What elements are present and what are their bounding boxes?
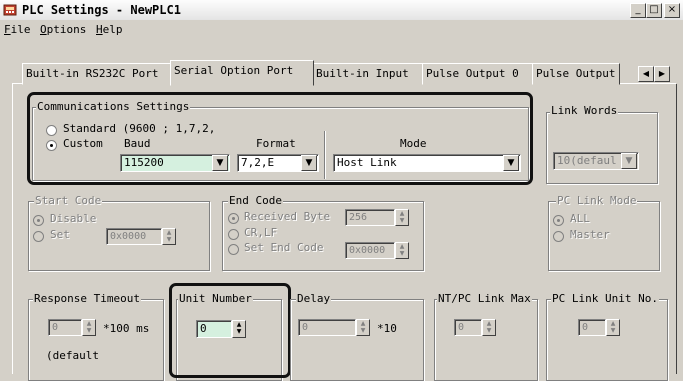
- pc-link-unit-no-group: [546, 299, 668, 381]
- end-code-label: End Code: [228, 194, 283, 207]
- tab-pulse-output-1[interactable]: Pulse Output 1: [532, 63, 620, 85]
- start-set-label: Set: [50, 228, 70, 241]
- close-button[interactable]: ×: [664, 3, 680, 18]
- start-disable-label: Disable: [50, 212, 97, 225]
- delay-group: [290, 299, 424, 381]
- pc-link-unit-no-spinner-icon[interactable]: ▲ ▼: [606, 319, 620, 336]
- nt-pc-link-max-label: NT/PC Link Max: [437, 292, 532, 305]
- end-crlf-label: CR,LF: [244, 226, 278, 239]
- pc-link-all-label: ALL: [570, 212, 590, 225]
- title-bar: PLC Settings - NewPLC1 _ □ ×: [0, 0, 683, 20]
- window-title: PLC Settings - NewPLC1: [22, 3, 181, 17]
- minimize-button[interactable]: _: [630, 3, 646, 18]
- start-disable-radio[interactable]: [33, 215, 44, 226]
- link-words-label: Link Words: [550, 104, 619, 117]
- unit-number-highlight-outline: [169, 283, 291, 378]
- maximize-button[interactable]: □: [646, 3, 662, 18]
- pc-link-unit-no-label: PC Link Unit No.: [551, 292, 659, 305]
- response-timeout-default-note: (default: [46, 349, 99, 362]
- pc-link-all-radio[interactable]: [553, 215, 564, 226]
- received-byte-input[interactable]: 256: [345, 209, 395, 226]
- pc-link-master-radio[interactable]: [553, 231, 564, 242]
- tab-pulse-output-0[interactable]: Pulse Output 0: [422, 63, 536, 85]
- pc-link-unit-no-input[interactable]: 0: [578, 319, 606, 336]
- delay-spinner-icon[interactable]: ▲ ▼: [356, 319, 370, 336]
- tab-scroll-right-icon[interactable]: ▶: [654, 66, 670, 82]
- menu-file[interactable]: File: [4, 23, 31, 36]
- end-received-radio[interactable]: [228, 213, 239, 224]
- end-received-label: Received Byte: [244, 210, 331, 223]
- comm-highlight-outline: [27, 92, 533, 185]
- end-crlf-radio[interactable]: [228, 229, 239, 240]
- tab-serial-option-port[interactable]: Serial Option Port: [170, 60, 314, 86]
- nt-pc-link-max-group: [434, 299, 538, 381]
- delay-input[interactable]: 0: [298, 319, 356, 336]
- nt-pc-link-max-spinner-icon[interactable]: ▲ ▼: [482, 319, 496, 336]
- tab-builtin-rs232c[interactable]: Built-in RS232C Port: [22, 63, 172, 85]
- tab-builtin-input[interactable]: Built-in Input: [312, 63, 426, 85]
- set-end-code-input[interactable]: 0x0000: [345, 242, 395, 259]
- received-byte-spinner-icon[interactable]: ▲ ▼: [395, 209, 409, 226]
- menu-bar: File Options Help: [0, 20, 683, 40]
- tab-scroll-left-icon[interactable]: ◀: [638, 66, 654, 82]
- link-words-group: [546, 112, 658, 184]
- end-set-label: Set End Code: [244, 241, 324, 254]
- start-code-spinner-icon[interactable]: ▲ ▼: [162, 228, 176, 245]
- start-code-label: Start Code: [34, 194, 103, 207]
- menu-options[interactable]: Options: [40, 23, 86, 36]
- delay-unit: *10: [377, 322, 397, 335]
- response-timeout-input[interactable]: 0: [48, 319, 82, 336]
- start-code-input[interactable]: 0x0000: [106, 228, 162, 245]
- end-set-radio[interactable]: [228, 244, 239, 255]
- start-set-radio[interactable]: [33, 231, 44, 242]
- menu-help[interactable]: Help: [96, 23, 123, 36]
- response-timeout-unit: *100 ms: [103, 322, 150, 335]
- pc-link-master-label: Master: [570, 228, 610, 241]
- set-end-code-spinner-icon[interactable]: ▲ ▼: [395, 242, 409, 259]
- link-words-dropdown-icon[interactable]: ▼: [621, 153, 637, 169]
- nt-pc-link-max-input[interactable]: 0: [454, 319, 482, 336]
- plc-app-icon: [3, 4, 17, 16]
- response-timeout-spinner-icon[interactable]: ▲ ▼: [82, 319, 96, 336]
- delay-label: Delay: [296, 292, 332, 305]
- response-timeout-group: [28, 299, 164, 381]
- response-timeout-label: Response Timeout: [33, 292, 141, 305]
- pc-link-mode-label: PC Link Mode: [556, 194, 638, 207]
